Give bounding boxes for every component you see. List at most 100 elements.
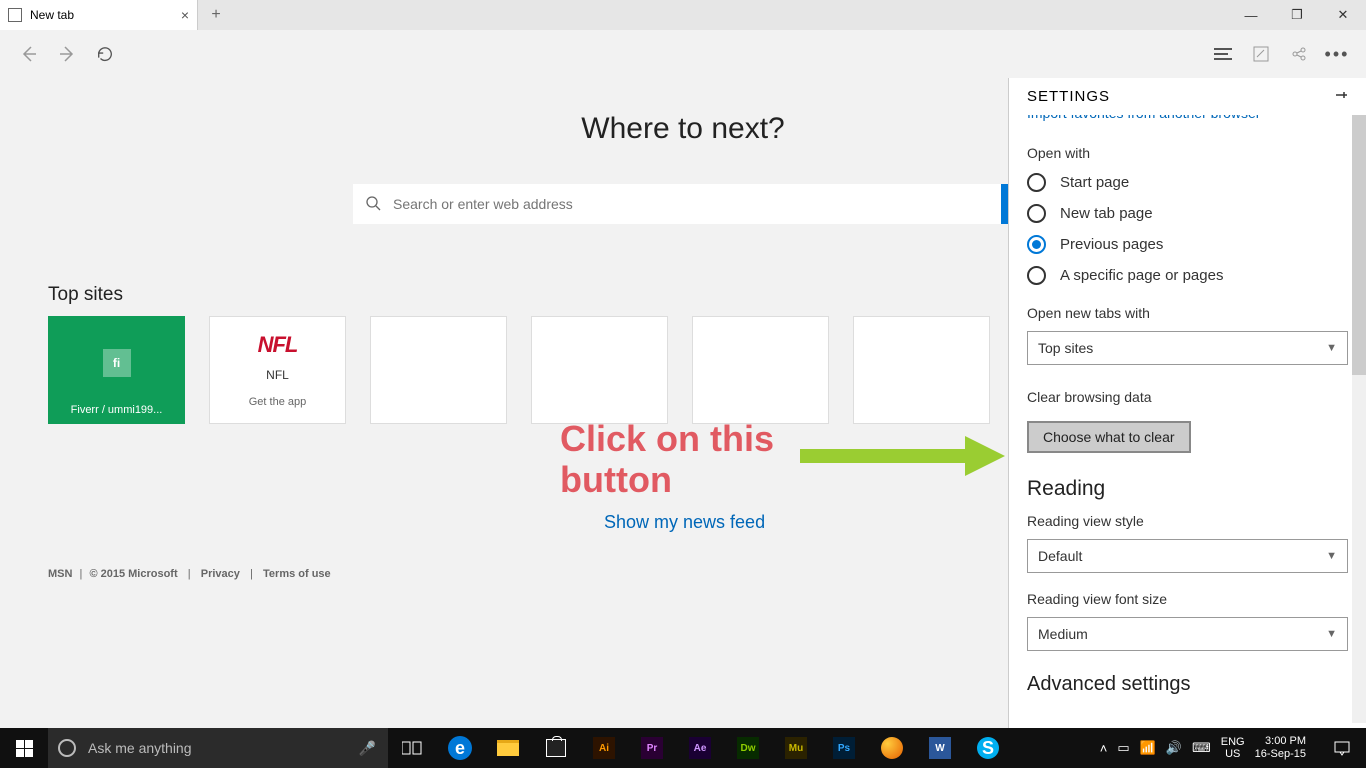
- tray-volume-icon[interactable]: 🔊: [1166, 740, 1182, 756]
- annotation-line: Click on this: [560, 418, 774, 459]
- chevron-down-icon: ▼: [1326, 550, 1337, 562]
- taskbar-app-edge[interactable]: e: [436, 728, 484, 768]
- tray-network-icon[interactable]: 📶: [1140, 740, 1156, 756]
- reading-heading: Reading: [1027, 477, 1348, 501]
- select-value: Medium: [1038, 626, 1088, 642]
- footer-links: MSN | © 2015 Microsoft | Privacy | Terms…: [48, 568, 331, 580]
- advanced-settings-heading: Advanced settings: [1027, 673, 1348, 696]
- maximize-button[interactable]: ❐: [1274, 0, 1320, 30]
- reading-font-select[interactable]: Medium ▼: [1027, 617, 1348, 651]
- settings-panel: SETTINGS Import favorites from another b…: [1008, 78, 1366, 728]
- scrollbar-thumb[interactable]: [1352, 115, 1366, 375]
- top-site-tile-fiverr[interactable]: fi Fiverr / ummi199...: [48, 316, 185, 424]
- lang-line1: ENG: [1221, 736, 1245, 748]
- browser-tab[interactable]: New tab ×: [0, 0, 198, 30]
- minimize-button[interactable]: —: [1228, 0, 1274, 30]
- webnote-button[interactable]: [1242, 35, 1280, 73]
- select-value: Top sites: [1038, 340, 1093, 356]
- open-tabs-label: Open new tabs with: [1027, 305, 1348, 321]
- task-view-button[interactable]: [388, 728, 436, 768]
- clock-time: 3:00 PM: [1255, 735, 1306, 748]
- refresh-button[interactable]: [86, 35, 124, 73]
- radio-label: A specific page or pages: [1060, 267, 1223, 284]
- footer-terms-link[interactable]: Terms of use: [263, 568, 331, 580]
- tray-chevron-up-icon[interactable]: ˄: [1100, 741, 1108, 756]
- reading-style-label: Reading view style: [1027, 513, 1348, 529]
- top-site-tile-empty[interactable]: [692, 316, 829, 424]
- top-site-tile-nfl[interactable]: NFL NFL Get the app: [209, 316, 346, 424]
- taskbar-app-store[interactable]: [532, 728, 580, 768]
- back-button[interactable]: [10, 35, 48, 73]
- new-tab-button[interactable]: +: [198, 0, 234, 30]
- windows-logo-icon: [16, 740, 33, 757]
- annotation-text: Click on this button: [560, 418, 774, 501]
- clock-date: 16-Sep-15: [1255, 748, 1306, 761]
- ellipsis-icon: •••: [1325, 44, 1350, 65]
- radio-specific-page[interactable]: A specific page or pages: [1027, 266, 1348, 285]
- pin-icon[interactable]: [1334, 88, 1348, 105]
- taskbar-app-word[interactable]: W: [916, 728, 964, 768]
- radio-icon: [1027, 235, 1046, 254]
- clear-data-label: Clear browsing data: [1027, 389, 1348, 405]
- radio-start-page[interactable]: Start page: [1027, 173, 1348, 192]
- tab-close-icon[interactable]: ×: [181, 7, 189, 23]
- search-bar: [353, 184, 1013, 224]
- share-button[interactable]: [1280, 35, 1318, 73]
- action-center-button[interactable]: [1322, 728, 1362, 768]
- arrow-right-icon: [57, 44, 77, 64]
- search-icon: [365, 195, 381, 211]
- tile-sublabel: Get the app: [249, 396, 307, 408]
- footer-privacy-link[interactable]: Privacy: [201, 568, 240, 580]
- settings-header: SETTINGS: [1009, 78, 1366, 115]
- tray-keyboard-icon[interactable]: ⌨: [1192, 740, 1211, 756]
- hub-button[interactable]: [1204, 35, 1242, 73]
- taskbar-app-premiere[interactable]: Pr: [628, 728, 676, 768]
- reading-font-label: Reading view font size: [1027, 591, 1348, 607]
- taskbar-app-firefox[interactable]: [868, 728, 916, 768]
- hub-icon: [1214, 47, 1232, 61]
- annotation-line: button: [560, 459, 774, 500]
- taskbar-app-photoshop[interactable]: Ps: [820, 728, 868, 768]
- open-with-label: Open with: [1027, 145, 1348, 161]
- taskbar-app-dreamweaver[interactable]: Dw: [724, 728, 772, 768]
- import-favorites-link[interactable]: Import favorites from another browser: [1027, 115, 1348, 121]
- tab-title: New tab: [30, 8, 74, 22]
- footer-msn: MSN: [48, 568, 72, 580]
- select-value: Default: [1038, 548, 1082, 564]
- cortana-search[interactable]: Ask me anything 🎤: [48, 728, 388, 768]
- settings-body: Import favorites from another browser Op…: [1009, 115, 1366, 723]
- show-news-feed-link[interactable]: Show my news feed: [604, 512, 765, 533]
- top-site-tile-empty[interactable]: [370, 316, 507, 424]
- tray-clock[interactable]: 3:00 PM 16-Sep-15: [1255, 735, 1312, 761]
- system-tray: ˄ ▭ 📶 🔊 ⌨ ENG US 3:00 PM 16-Sep-15: [1100, 728, 1366, 768]
- taskbar-app-illustrator[interactable]: Ai: [580, 728, 628, 768]
- tray-language[interactable]: ENG US: [1221, 736, 1245, 760]
- taskbar-app-muse[interactable]: Mu: [772, 728, 820, 768]
- top-site-tile-empty[interactable]: [531, 316, 668, 424]
- annotation-arrow-icon: [800, 436, 1010, 496]
- radio-icon: [1027, 266, 1046, 285]
- choose-what-to-clear-button[interactable]: Choose what to clear: [1027, 421, 1191, 453]
- microphone-icon[interactable]: 🎤: [359, 740, 376, 757]
- search-input[interactable]: [353, 184, 1013, 224]
- more-button[interactable]: •••: [1318, 35, 1356, 73]
- forward-button[interactable]: [48, 35, 86, 73]
- radio-previous-pages[interactable]: Previous pages: [1027, 235, 1348, 254]
- taskbar-app-aftereffects[interactable]: Ae: [676, 728, 724, 768]
- radio-new-tab-page[interactable]: New tab page: [1027, 204, 1348, 223]
- cortana-icon: [58, 739, 76, 757]
- taskbar-app-explorer[interactable]: [484, 728, 532, 768]
- tray-battery-icon[interactable]: ▭: [1117, 740, 1129, 756]
- radio-label: New tab page: [1060, 205, 1153, 222]
- radio-label: Start page: [1060, 174, 1129, 191]
- notification-icon: [1333, 739, 1351, 757]
- taskbar-app-skype[interactable]: S: [964, 728, 1012, 768]
- chevron-down-icon: ▼: [1326, 342, 1337, 354]
- window-controls: — ❐ ✕: [1228, 0, 1366, 30]
- start-button[interactable]: [0, 728, 48, 768]
- top-site-tile-empty[interactable]: [853, 316, 990, 424]
- radio-icon: [1027, 173, 1046, 192]
- reading-style-select[interactable]: Default ▼: [1027, 539, 1348, 573]
- open-tabs-select[interactable]: Top sites ▼: [1027, 331, 1348, 365]
- close-button[interactable]: ✕: [1320, 0, 1366, 30]
